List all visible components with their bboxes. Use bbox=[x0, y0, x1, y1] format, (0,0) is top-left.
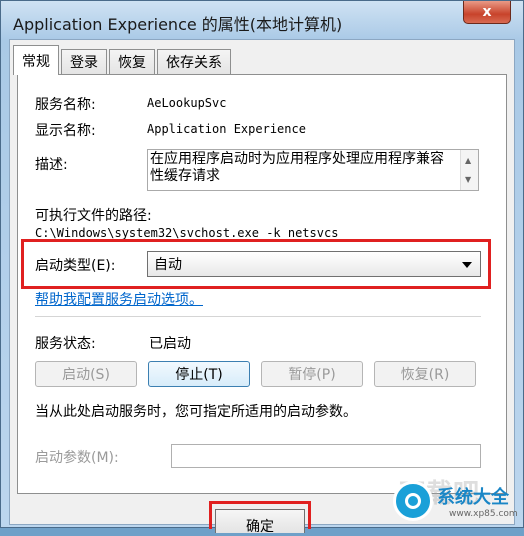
start-button[interactable]: 启动(S) bbox=[35, 361, 137, 387]
tab-recovery[interactable]: 恢复 bbox=[109, 49, 155, 74]
scroll-down-icon[interactable]: ▼ bbox=[465, 171, 471, 188]
title-bar[interactable]: Application Experience 的属性(本地计算机) x bbox=[1, 1, 523, 41]
scroll-up-icon[interactable]: ▲ bbox=[465, 152, 471, 169]
startup-type-select[interactable]: 自动 bbox=[147, 251, 481, 277]
service-status-label: 服务状态: bbox=[35, 336, 96, 352]
ok-button-highlight: 确定 bbox=[209, 501, 311, 535]
startup-type-value: 自动 bbox=[154, 257, 182, 273]
close-icon: x bbox=[482, 4, 492, 20]
description-text: 在应用程序启动时为应用程序处理应用程序兼容性缓存请求 bbox=[150, 151, 444, 184]
pause-button[interactable]: 暂停(P) bbox=[261, 361, 363, 387]
site-logo-url: www.xp85.com bbox=[449, 509, 518, 519]
site-logo-text: 系统大全 bbox=[437, 487, 509, 508]
resume-button[interactable]: 恢复(R) bbox=[374, 361, 476, 387]
properties-window: Application Experience 的属性(本地计算机) x 常规 登… bbox=[0, 0, 524, 535]
site-logo-icon bbox=[393, 481, 433, 521]
description-textbox[interactable]: 在应用程序启动时为应用程序处理应用程序兼容性缓存请求 ▲ ▼ bbox=[147, 149, 479, 191]
tab-strip: 常规 登录 恢复 依存关系 bbox=[13, 45, 231, 75]
tab-general[interactable]: 常规 bbox=[13, 45, 59, 75]
description-scrollbar[interactable]: ▲ ▼ bbox=[460, 150, 478, 190]
tab-logon[interactable]: 登录 bbox=[61, 49, 107, 74]
divider bbox=[35, 316, 481, 317]
ok-button[interactable]: 确定 bbox=[215, 509, 305, 535]
exe-path-value: C:\Windows\system32\svchost.exe -k netsv… bbox=[35, 226, 339, 240]
service-name-label: 服务名称: bbox=[35, 97, 96, 113]
display-name-label: 显示名称: bbox=[35, 123, 96, 139]
help-link[interactable]: 帮助我配置服务启动选项。 bbox=[35, 289, 203, 309]
service-name-value: AeLookupSvc bbox=[147, 96, 227, 110]
service-status-value: 已启动 bbox=[149, 336, 191, 352]
exe-path-label: 可执行文件的路径: bbox=[35, 208, 152, 224]
start-params-label: 启动参数(M): bbox=[35, 450, 119, 466]
start-params-hint: 当从此处启动服务时，您可指定所适用的启动参数。 bbox=[35, 404, 357, 420]
description-label: 描述: bbox=[35, 157, 68, 173]
window-title: Application Experience 的属性(本地计算机) bbox=[13, 15, 343, 34]
stop-button[interactable]: 停止(T) bbox=[148, 361, 250, 387]
start-params-input[interactable] bbox=[171, 444, 481, 468]
tab-dependencies[interactable]: 依存关系 bbox=[157, 49, 231, 74]
close-button[interactable]: x bbox=[463, 1, 511, 24]
display-name-value: Application Experience bbox=[147, 122, 306, 136]
startup-type-label: 启动类型(E): bbox=[35, 258, 116, 274]
chevron-down-icon bbox=[462, 262, 472, 268]
